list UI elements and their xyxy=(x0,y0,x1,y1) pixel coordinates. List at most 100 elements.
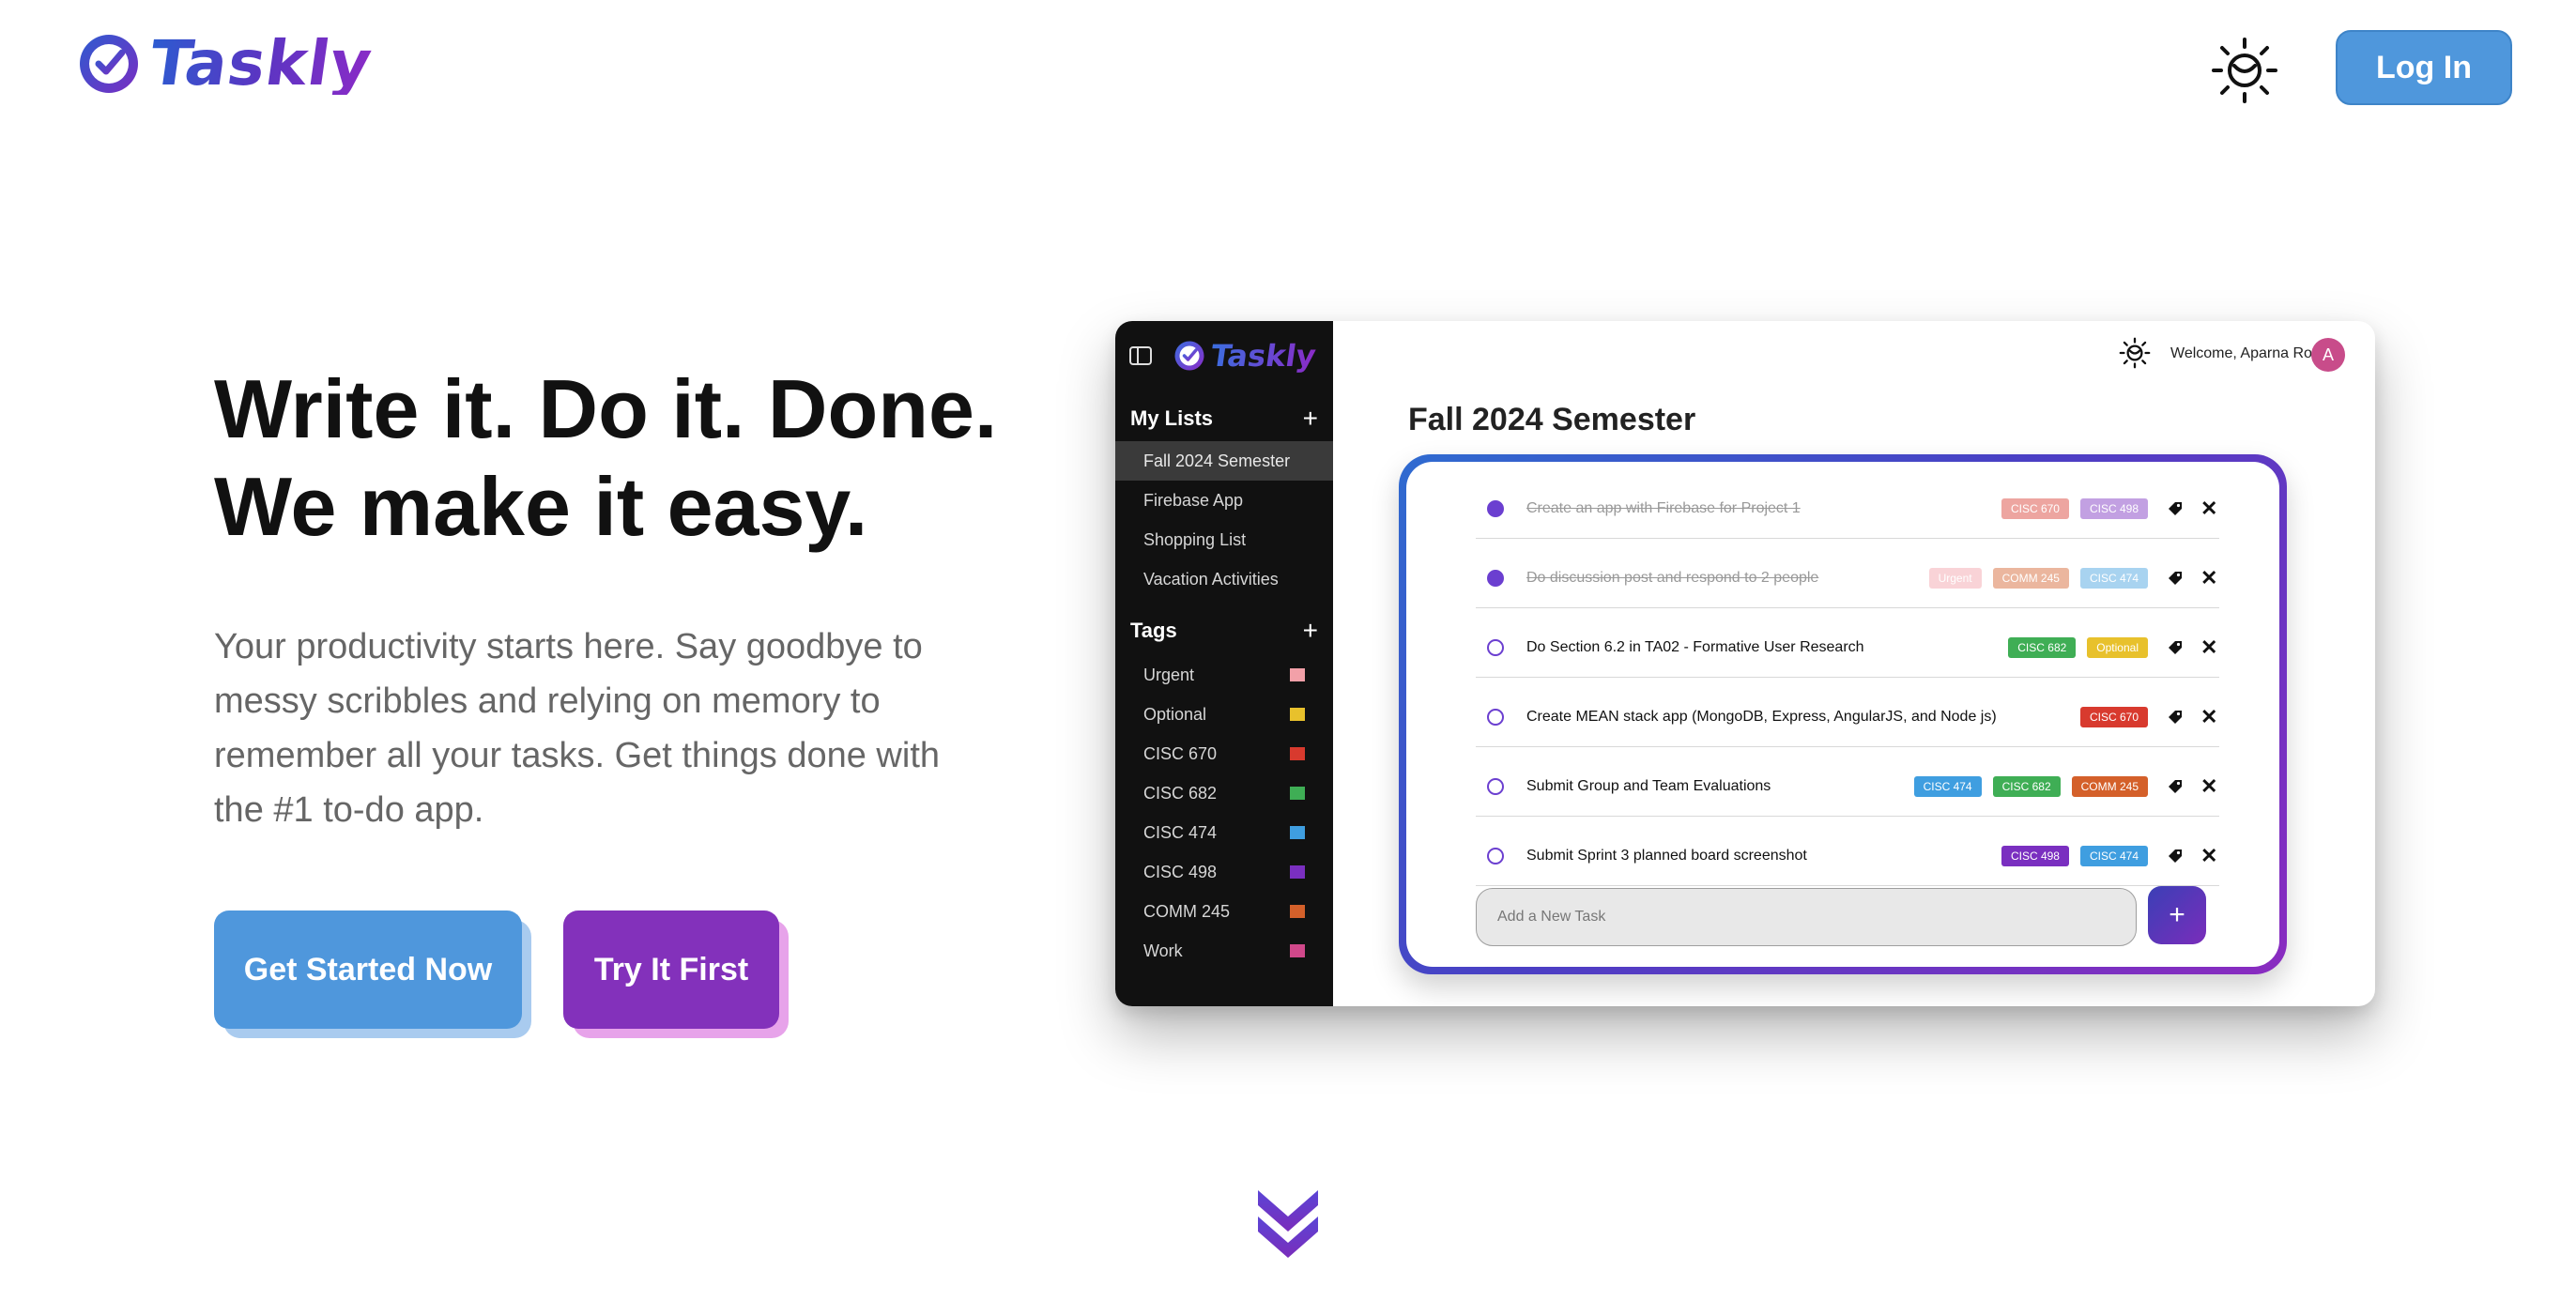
tag-label: COMM 245 xyxy=(1143,901,1231,921)
task-checkbox xyxy=(1487,638,1504,656)
preview-main: Welcome, Aparna Roy A Fall 2024 Semester… xyxy=(1333,321,2375,1006)
scroll-down-icon[interactable] xyxy=(1254,1185,1322,1260)
task-row: Submit Group and Team Evaluations CISC 47… xyxy=(1476,757,2219,817)
preview-sidebar: Taskly My Lists + Fall 2024 Semester Fir… xyxy=(1115,321,1333,1006)
task-tag-badge: CISC 670 xyxy=(2079,706,2148,727)
tag-icon xyxy=(2169,640,2182,654)
delete-task-icon: ✕ xyxy=(2200,565,2218,589)
tag-color-swatch xyxy=(1290,747,1305,760)
task-tag-badge: Optional xyxy=(2087,636,2148,658)
tags-heading: Tags + xyxy=(1130,616,1318,646)
task-tags: Urgent COMM 245 CISC 474 xyxy=(1928,567,2148,589)
tag-icon xyxy=(2169,849,2182,863)
task-tags: CISC 670 CISC 498 xyxy=(2001,497,2148,519)
task-card: Create an app with Firebase for Project … xyxy=(1399,454,2287,974)
add-task-button: + xyxy=(2148,886,2206,944)
list-item: Shopping List xyxy=(1143,530,1247,549)
delete-task-icon: ✕ xyxy=(2200,773,2218,798)
tag-item: CISC 682 xyxy=(1115,773,1333,813)
tag-color-swatch xyxy=(1290,826,1305,839)
task-checkbox xyxy=(1487,569,1504,587)
task-checkbox xyxy=(1487,499,1504,517)
get-started-label: Get Started Now xyxy=(214,910,522,1029)
avatar: A xyxy=(2311,338,2345,372)
task-tag-badge: COMM 245 xyxy=(2071,775,2148,797)
tag-label: Work xyxy=(1143,941,1183,960)
lists-nav: Fall 2024 Semester Firebase App Shopping… xyxy=(1115,441,1333,599)
tag-item: Optional xyxy=(1115,695,1333,734)
task-tags: CISC 498 CISC 474 xyxy=(2001,845,2148,866)
headline-line-2: We make it easy. xyxy=(214,460,868,553)
task-checkbox xyxy=(1487,777,1504,795)
tag-color-swatch xyxy=(1290,944,1305,957)
tag-label: Urgent xyxy=(1143,665,1195,684)
try-it-first-button[interactable]: Try It First xyxy=(563,910,789,1038)
tag-label: CISC 474 xyxy=(1143,822,1218,842)
tag-label: CISC 682 xyxy=(1143,783,1218,803)
brand-name: Taskly xyxy=(145,27,377,99)
task-tag-badge: CISC 474 xyxy=(1913,775,1982,797)
tag-item: Work xyxy=(1115,931,1333,971)
preview-brand-name: Taskly xyxy=(1208,338,1319,374)
get-started-button[interactable]: Get Started Now xyxy=(214,910,531,1038)
sidebar-toggle-icon xyxy=(1129,346,1152,365)
tag-color-swatch xyxy=(1290,905,1305,918)
check-circle-icon xyxy=(80,35,138,93)
task-text: Submit Group and Team Evaluations xyxy=(1526,777,1771,794)
task-card-inner: Create an app with Firebase for Project … xyxy=(1406,462,2279,967)
tags-label: Tags xyxy=(1130,619,1177,642)
task-tag-badge: CISC 498 xyxy=(2079,497,2148,519)
delete-task-icon: ✕ xyxy=(2200,635,2218,659)
tag-label: CISC 670 xyxy=(1143,743,1218,763)
task-text: Do discussion post and respond to 2 peop… xyxy=(1526,569,1819,586)
check-circle-icon xyxy=(1174,341,1204,371)
task-tag-badge: CISC 474 xyxy=(2079,845,2148,866)
task-tag-badge: CISC 498 xyxy=(2001,845,2069,866)
task-checkbox xyxy=(1487,708,1504,726)
task-tag-badge: CISC 474 xyxy=(2079,567,2148,589)
tag-icon xyxy=(2169,779,2182,793)
try-it-first-label: Try It First xyxy=(563,910,779,1029)
hero-headline: Write it. Do it. Done. We make it easy. xyxy=(214,360,997,556)
task-tags: CISC 474 CISC 682 COMM 245 xyxy=(1913,775,2148,797)
task-row: Create an app with Firebase for Project … xyxy=(1476,479,2219,539)
task-checkbox xyxy=(1487,847,1504,865)
delete-task-icon: ✕ xyxy=(2200,843,2218,867)
tag-label: CISC 498 xyxy=(1143,862,1218,881)
task-row: Do discussion post and respond to 2 peop… xyxy=(1476,548,2219,608)
login-button[interactable]: Log In xyxy=(2336,30,2512,105)
tag-icon xyxy=(2169,571,2182,585)
task-tag-badge: Urgent xyxy=(1928,567,1982,589)
add-list-icon: + xyxy=(1302,404,1318,433)
tag-item: CISC 670 xyxy=(1115,734,1333,773)
tag-item: CISC 474 xyxy=(1115,813,1333,852)
task-tag-badge: CISC 682 xyxy=(2008,636,2077,658)
delete-task-icon: ✕ xyxy=(2200,496,2218,520)
add-tag-icon: + xyxy=(1302,616,1318,645)
list-item: Vacation Activities xyxy=(1143,570,1279,589)
list-item: Fall 2024 Semester xyxy=(1115,441,1333,481)
tag-item: COMM 245 xyxy=(1115,892,1333,931)
sun-icon[interactable] xyxy=(2208,34,2281,107)
list-title: Fall 2024 Semester xyxy=(1408,402,1696,437)
task-text: Create an app with Firebase for Project … xyxy=(1526,499,1801,516)
task-tag-badge: COMM 245 xyxy=(1992,567,2069,589)
welcome-text: Welcome, Aparna Roy xyxy=(2170,345,2320,361)
tag-color-swatch xyxy=(1290,787,1305,800)
tag-color-swatch xyxy=(1290,865,1305,879)
tag-color-swatch xyxy=(1290,708,1305,721)
new-task-input xyxy=(1476,888,2137,946)
delete-task-icon: ✕ xyxy=(2200,704,2218,728)
task-text: Create MEAN stack app (MongoDB, Express,… xyxy=(1526,708,1997,725)
sun-icon xyxy=(2119,337,2151,369)
my-lists-label: My Lists xyxy=(1130,406,1214,430)
task-text: Submit Sprint 3 planned board screenshot xyxy=(1526,847,1807,864)
task-tag-badge: CISC 682 xyxy=(1992,775,2061,797)
task-row: Submit Sprint 3 planned board screenshot… xyxy=(1476,826,2219,886)
brand-logo[interactable]: Taskly xyxy=(77,27,376,99)
tag-icon xyxy=(2169,710,2182,724)
task-tags: CISC 670 xyxy=(2079,706,2148,727)
tag-color-swatch xyxy=(1290,668,1305,681)
app-preview: Taskly My Lists + Fall 2024 Semester Fir… xyxy=(1115,321,2375,1006)
tag-label: Optional xyxy=(1143,704,1207,724)
